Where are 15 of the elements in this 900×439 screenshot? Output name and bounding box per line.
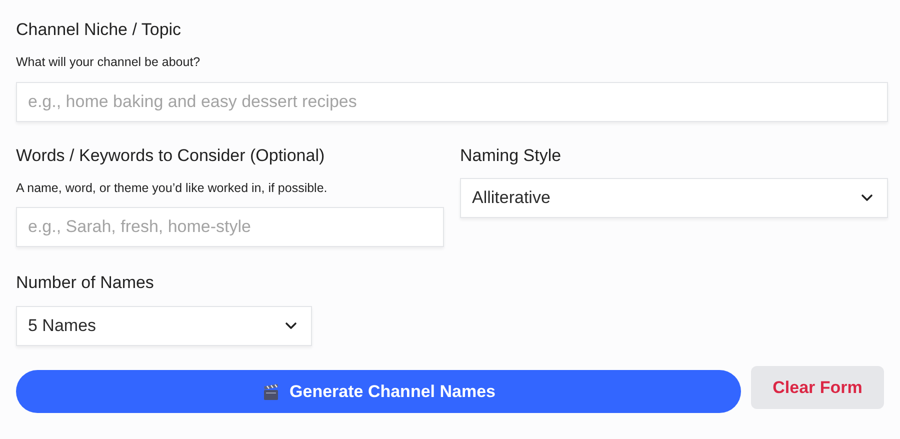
field-label: Naming Style — [460, 146, 562, 166]
text-field[interactable]: e.g., home baking and easy dessert recipes — [16, 82, 888, 122]
chevron-down-icon — [285, 322, 297, 330]
select-field[interactable]: 5 Names — [16, 306, 312, 346]
field-hint: What will your channel be about? — [16, 54, 202, 70]
chevron-down-icon — [861, 194, 873, 202]
field-label: Words / Keywords to Consider (Optional) — [16, 146, 326, 166]
text-field[interactable]: e.g., Sarah, fresh, home-style — [16, 207, 444, 247]
generate-button[interactable]: Generate Channel Names — [16, 370, 741, 413]
clapperboard-icon — [262, 382, 280, 400]
field-label: Number of Names — [16, 273, 155, 293]
field-label: Channel Niche / Topic — [16, 20, 182, 40]
select-field[interactable]: Alliterative — [460, 178, 888, 218]
field-hint: A name, word, or theme you’d like worked in, if possible. — [16, 180, 328, 196]
clear-form-button[interactable]: Clear Form — [751, 366, 884, 409]
